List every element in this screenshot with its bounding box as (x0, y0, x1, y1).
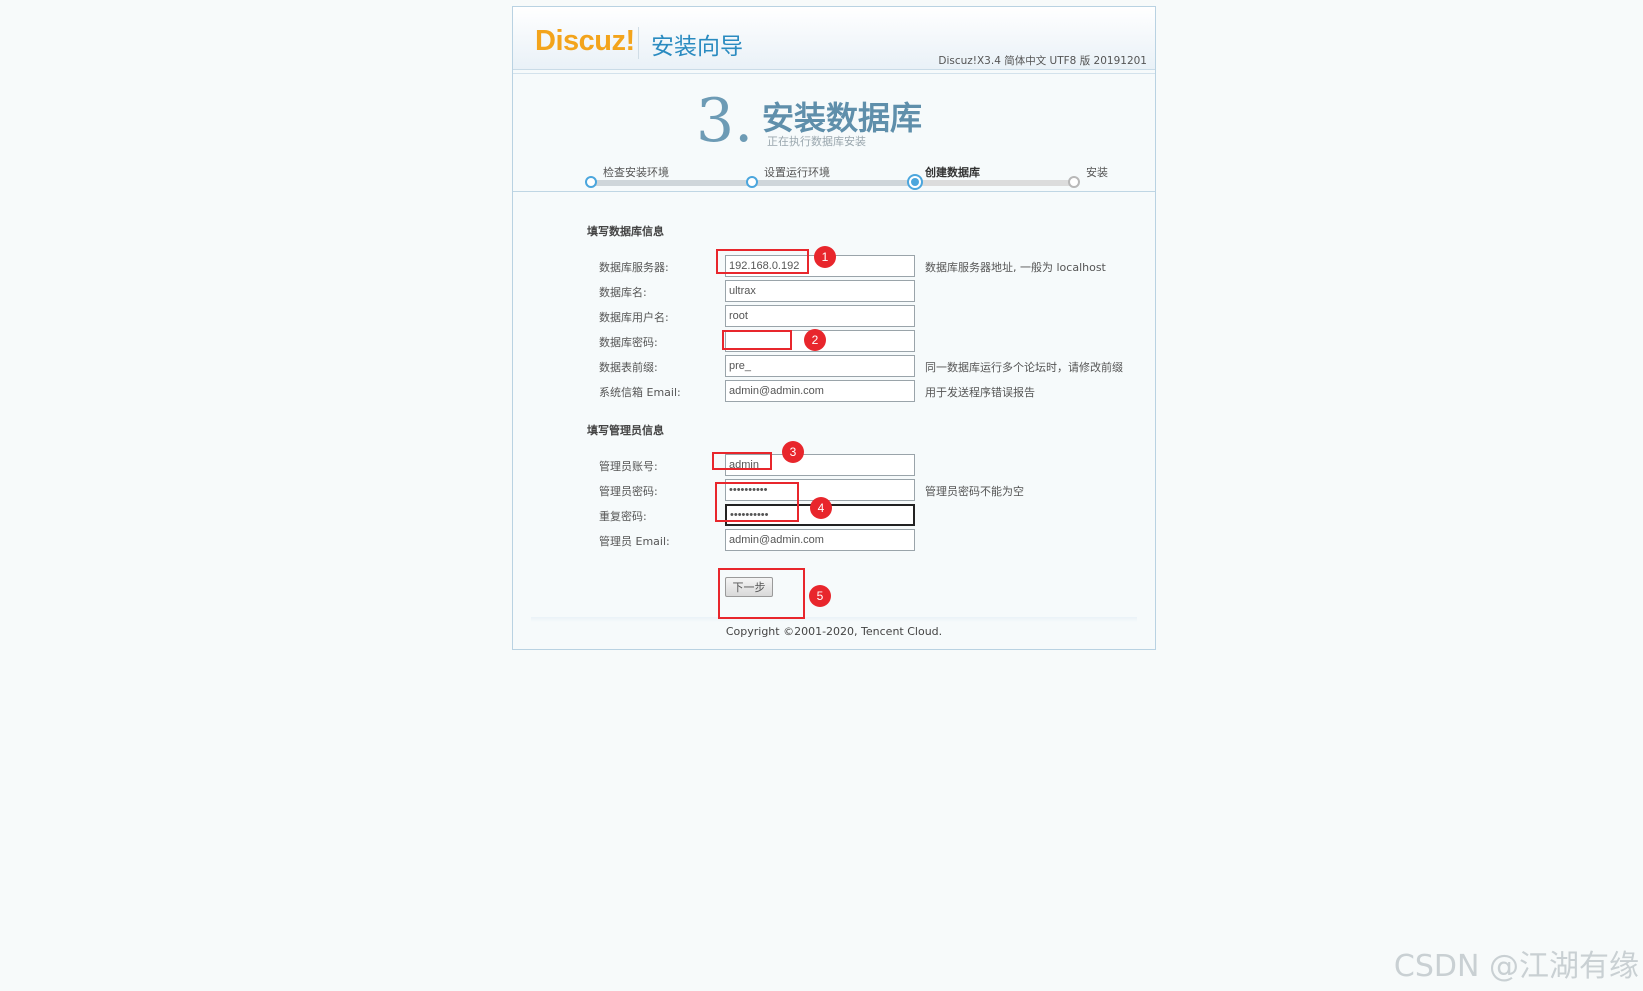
db-user-input[interactable] (725, 305, 915, 327)
db-section-title: 填写数据库信息 (587, 225, 664, 238)
db-name-input[interactable] (725, 280, 915, 302)
copyright-text: Copyright ©2001-2020, Tencent Cloud. (725, 625, 943, 638)
annotation-badge-5: 5 (809, 585, 831, 607)
step-subtitle: 正在执行数据库安装 (767, 135, 866, 148)
system-email-input[interactable] (725, 380, 915, 402)
field-row-db-password: 数据库密码: (513, 330, 1155, 352)
annotation-badge-1: 1 (814, 246, 836, 268)
progress-label-check-env: 检查安装环境 (603, 166, 669, 179)
install-panel: Discuz! 安装向导 Discuz!X3.4 简体中文 UTF8 版 201… (512, 6, 1156, 650)
progress-track (591, 180, 1071, 186)
progress-label-set-env: 设置运行环境 (764, 166, 830, 179)
admin-account-input[interactable] (725, 454, 915, 476)
table-prefix-hint: 同一数据库运行多个论坛时，请修改前缀 (925, 361, 1123, 374)
progress-label-create-db: 创建数据库 (925, 166, 980, 179)
admin-email-label: 管理员 Email: (599, 535, 670, 548)
db-host-label: 数据库服务器: (599, 261, 669, 274)
logo-separator (638, 27, 639, 59)
version-text: Discuz!X3.4 简体中文 UTF8 版 20191201 (938, 55, 1147, 67)
step-number: 3. (696, 86, 754, 156)
progress-label-install: 安装 (1086, 166, 1108, 179)
field-row-system-email: 系统信箱 Email: 用于发送程序错误报告 (513, 380, 1155, 402)
field-row-db-user: 数据库用户名: (513, 305, 1155, 327)
db-user-label: 数据库用户名: (599, 311, 669, 324)
field-row-db-name: 数据库名: (513, 280, 1155, 302)
progress-dot-set-env (746, 176, 758, 188)
header-divider (513, 73, 1155, 74)
system-email-hint: 用于发送程序错误报告 (925, 386, 1035, 399)
field-row-admin-email: 管理员 Email: (513, 529, 1155, 551)
header: Discuz! 安装向导 Discuz!X3.4 简体中文 UTF8 版 201… (513, 7, 1155, 70)
next-step-button[interactable]: 下一步 (725, 577, 773, 597)
progress-dot-install (1068, 176, 1080, 188)
csdn-watermark: CSDN @江湖有缘 (1393, 949, 1639, 984)
table-prefix-input[interactable] (725, 355, 915, 377)
discuz-logo: Discuz! (535, 25, 635, 57)
field-row-repeat-password: 重复密码: (513, 504, 1155, 526)
field-row-admin-password: 管理员密码: 管理员密码不能为空 (513, 479, 1155, 501)
field-row-table-prefix: 数据表前缀: 同一数据库运行多个论坛时，请修改前缀 (513, 355, 1155, 377)
repeat-password-label: 重复密码: (599, 510, 647, 523)
admin-account-label: 管理员账号: (599, 460, 658, 473)
db-host-hint: 数据库服务器地址, 一般为 localhost (925, 261, 1106, 274)
db-name-label: 数据库名: (599, 286, 647, 299)
field-row-admin-account: 管理员账号: (513, 454, 1155, 476)
annotation-badge-2: 2 (804, 329, 826, 351)
admin-password-hint: 管理员密码不能为空 (925, 485, 1024, 498)
section-divider (513, 191, 1155, 192)
progress-dot-check-env (585, 176, 597, 188)
admin-password-label: 管理员密码: (599, 485, 658, 498)
footer-divider (531, 617, 1137, 622)
admin-email-input[interactable] (725, 529, 915, 551)
wizard-title: 安装向导 (651, 34, 743, 60)
annotation-badge-3: 3 (782, 441, 804, 463)
progress-dot-create-db (907, 174, 923, 190)
system-email-label: 系统信箱 Email: (599, 386, 681, 399)
annotation-badge-4: 4 (810, 497, 832, 519)
db-password-label: 数据库密码: (599, 336, 658, 349)
table-prefix-label: 数据表前缀: (599, 361, 658, 374)
admin-section-title: 填写管理员信息 (587, 424, 664, 437)
